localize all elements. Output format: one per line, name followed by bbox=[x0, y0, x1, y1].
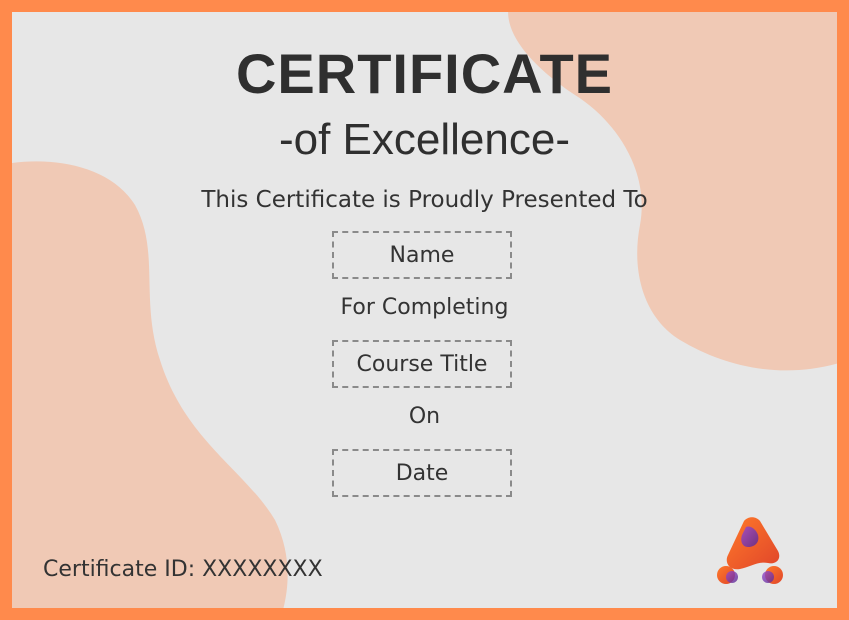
course-title-field[interactable]: Course Title bbox=[332, 340, 512, 388]
name-field-label: Name bbox=[389, 242, 455, 268]
certificate-card: CERTIFICATE -of Excellence- This Certifi… bbox=[0, 0, 849, 620]
brand-logo-icon bbox=[717, 517, 783, 584]
certificate-id: Certificate ID: XXXXXXXX bbox=[43, 557, 323, 582]
on-text: On bbox=[408, 404, 441, 429]
certificate-content: CERTIFICATE -of Excellence- This Certifi… bbox=[12, 12, 837, 608]
date-field-label: Date bbox=[395, 460, 449, 486]
certificate-title: CERTIFICATE bbox=[235, 42, 614, 105]
presented-to-text: This Certificate is Proudly Presented To bbox=[201, 187, 648, 213]
certificate-subtitle: -of Excellence- bbox=[278, 115, 570, 164]
name-field[interactable]: Name bbox=[332, 231, 512, 279]
completing-text: For Completing bbox=[340, 295, 509, 320]
date-field[interactable]: Date bbox=[332, 449, 512, 497]
course-title-field-label: Course Title bbox=[356, 351, 488, 377]
